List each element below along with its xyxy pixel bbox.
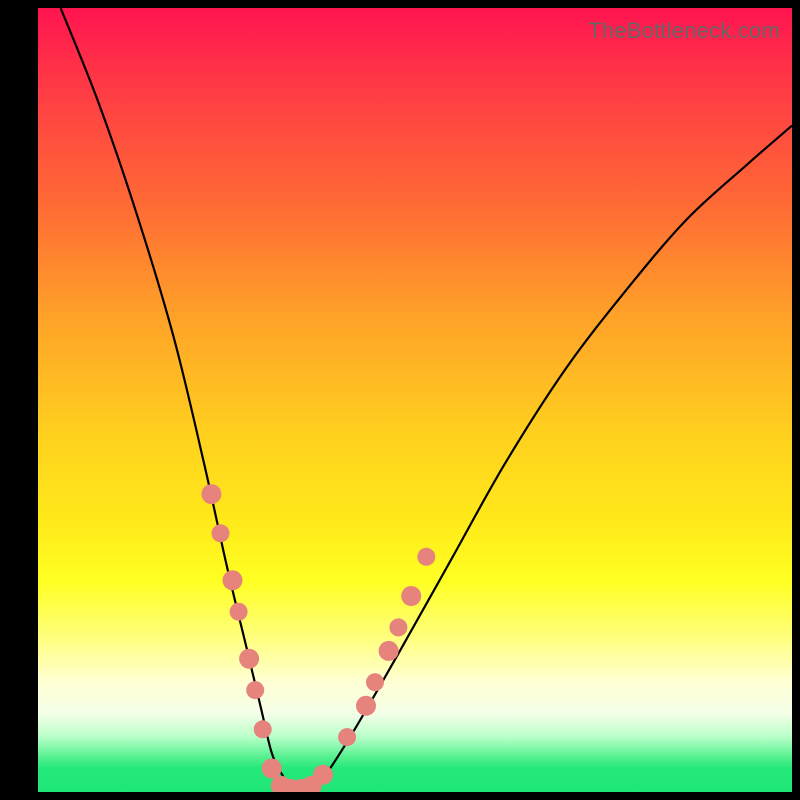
- chart-svg: [38, 8, 792, 792]
- plot-area: TheBottleneck.com: [38, 8, 792, 792]
- curve-marker: [262, 759, 282, 779]
- curve-marker: [313, 765, 333, 785]
- watermark-text: TheBottleneck.com: [588, 18, 780, 44]
- curve-marker: [338, 728, 356, 746]
- curve-marker: [366, 673, 384, 691]
- curve-marker: [223, 570, 243, 590]
- curve-marker: [230, 603, 248, 621]
- curve-marker: [389, 618, 407, 636]
- chart-frame: TheBottleneck.com: [0, 0, 800, 800]
- bottleneck-curve: [61, 8, 792, 791]
- curve-marker: [239, 649, 259, 669]
- curve-marker: [254, 720, 272, 738]
- curve-marker: [212, 524, 230, 542]
- curve-marker: [246, 681, 264, 699]
- curve-marker: [356, 696, 376, 716]
- curve-marker: [401, 586, 421, 606]
- curve-marker: [379, 641, 399, 661]
- curve-marker: [417, 548, 435, 566]
- curve-markers: [201, 484, 435, 792]
- curve-marker: [201, 484, 221, 504]
